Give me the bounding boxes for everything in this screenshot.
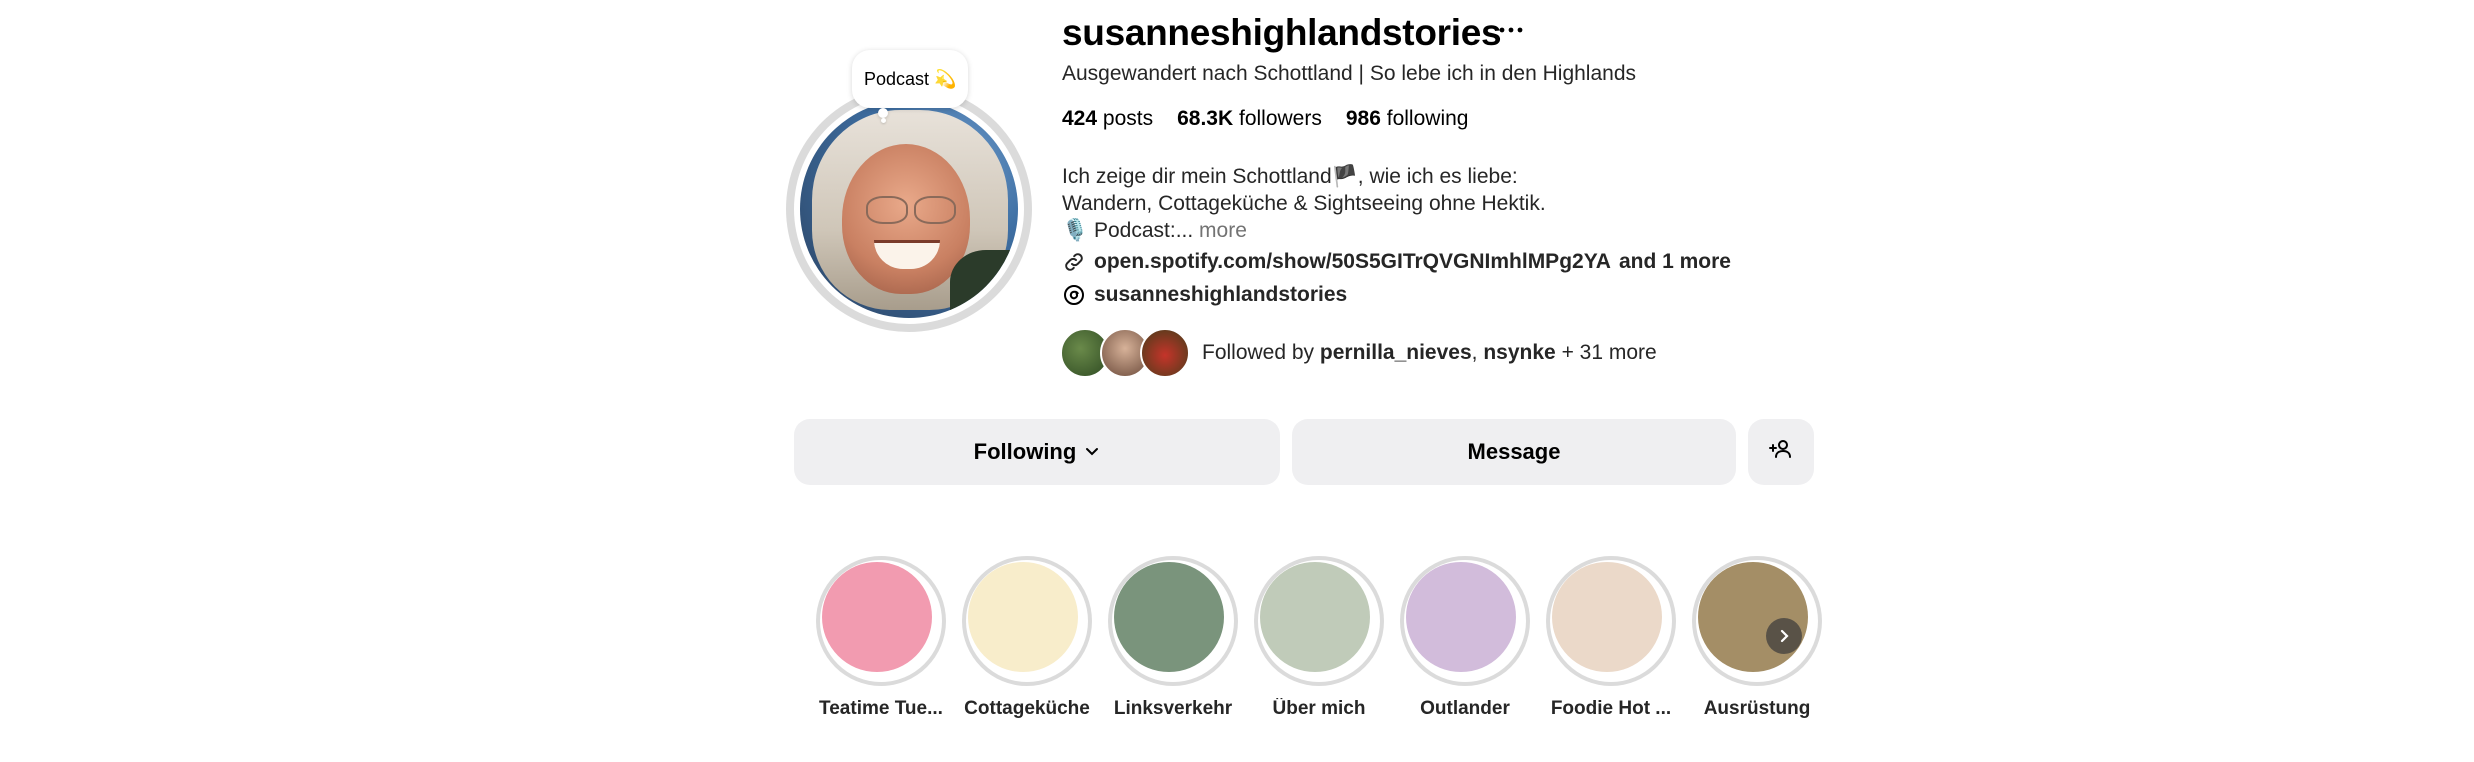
suggest-user-button[interactable]	[1748, 419, 1814, 485]
highlight-cover	[1108, 556, 1238, 686]
highlight-label: Über mich	[1272, 698, 1366, 719]
highlight-cover	[1546, 556, 1676, 686]
more-options-icon[interactable]	[1498, 14, 1524, 42]
chevron-right-icon[interactable]	[1766, 618, 1802, 654]
following-button-label: Following	[973, 439, 1077, 464]
threads-handle[interactable]: susanneshighlandstories	[1094, 283, 1347, 307]
following-stat[interactable]: 986 following	[1346, 107, 1469, 131]
highlight-cover	[1254, 556, 1384, 686]
posts-stat: 424 posts	[1062, 107, 1153, 131]
profile-page: Podcast 💫 susanneshighlandstories Ausgew…	[0, 0, 2474, 762]
highlight-cover	[1400, 556, 1530, 686]
highlight-label: Ausrüstung	[1703, 698, 1811, 719]
following-count: 986	[1345, 107, 1381, 130]
mutual-user-2: nsynke	[1483, 341, 1556, 364]
profile-bio: Ich zeige dir mein Schottland🏴, wie ich …	[1062, 163, 1546, 244]
profile-avatar[interactable]	[786, 86, 1032, 332]
highlight-item[interactable]: Cottageküche	[962, 556, 1092, 720]
posts-count: 424	[1062, 107, 1098, 130]
profile-tagline: Ausgewandert nach Schottland | So lebe i…	[1062, 62, 1637, 85]
chevron-down-icon	[1084, 439, 1100, 465]
username: susanneshighlandstories	[1062, 12, 1502, 53]
message-button[interactable]: Message	[1292, 419, 1736, 485]
following-label: following	[1386, 107, 1469, 130]
threads-icon	[1062, 283, 1086, 307]
profile-note[interactable]: Podcast 💫	[852, 50, 969, 108]
followers-count: 68.3K	[1177, 107, 1234, 130]
highlight-label: Linksverkehr	[1113, 698, 1233, 719]
highlight-item[interactable]: Teatime Tue...	[816, 556, 946, 720]
external-link[interactable]: open.spotify.com/show/50S5GITrQVGNImhlMP…	[1062, 250, 1731, 274]
highlight-item[interactable]: Linksverkehr	[1108, 556, 1238, 720]
followers-stat[interactable]: 68.3K followers	[1177, 107, 1322, 131]
avatar-photo	[800, 100, 1018, 318]
highlight-item[interactable]: Ausrüstung	[1692, 556, 1822, 720]
highlight-label: Teatime Tue...	[819, 698, 943, 719]
highlight-label: Foodie Hot ...	[1550, 698, 1672, 719]
mutual-avatar	[1140, 328, 1190, 378]
note-bubble-tail	[878, 108, 888, 118]
highlight-item[interactable]: Über mich	[1254, 556, 1384, 720]
threads-badge[interactable]: susanneshighlandstories	[1062, 283, 1347, 307]
highlight-cover	[1692, 556, 1822, 686]
link-icon	[1062, 250, 1086, 274]
link-more[interactable]: and 1 more	[1619, 250, 1731, 274]
bio-line: 🎙️ Podcast:... more	[1062, 219, 1247, 242]
mutual-follower-avatars	[1060, 328, 1190, 378]
bio-line: Wandern, Cottageküche & Sightseeing ohne…	[1062, 192, 1546, 215]
profile-stats: 424 posts 68.3K followers 986 following	[1062, 107, 1468, 131]
message-button-label: Message	[1467, 439, 1561, 464]
followers-label: followers	[1238, 107, 1322, 130]
bio-more-link[interactable]: more	[1199, 219, 1247, 242]
highlight-cover	[962, 556, 1092, 686]
followed-by[interactable]: Followed by pernilla_nieves, nsynke + 31…	[1060, 328, 1657, 378]
bio-line: Ich zeige dir mein Schottland🏴, wie ich …	[1062, 165, 1518, 188]
following-button[interactable]: Following	[794, 419, 1280, 485]
followed-by-text: Followed by pernilla_nieves, nsynke + 31…	[1202, 341, 1657, 364]
note-bubble-tail-small	[881, 118, 886, 123]
link-url[interactable]: open.spotify.com/show/50S5GITrQVGNImhlMP…	[1094, 250, 1611, 274]
person-add-icon	[1769, 437, 1793, 467]
posts-label: posts	[1102, 107, 1154, 130]
highlight-item[interactable]: Foodie Hot ...	[1546, 556, 1676, 720]
highlight-item[interactable]: Outlander	[1400, 556, 1530, 720]
highlight-label: Outlander	[1420, 698, 1510, 719]
highlight-cover	[816, 556, 946, 686]
highlight-label: Cottageküche	[964, 698, 1090, 719]
mutual-user-1: pernilla_nieves	[1319, 341, 1472, 364]
